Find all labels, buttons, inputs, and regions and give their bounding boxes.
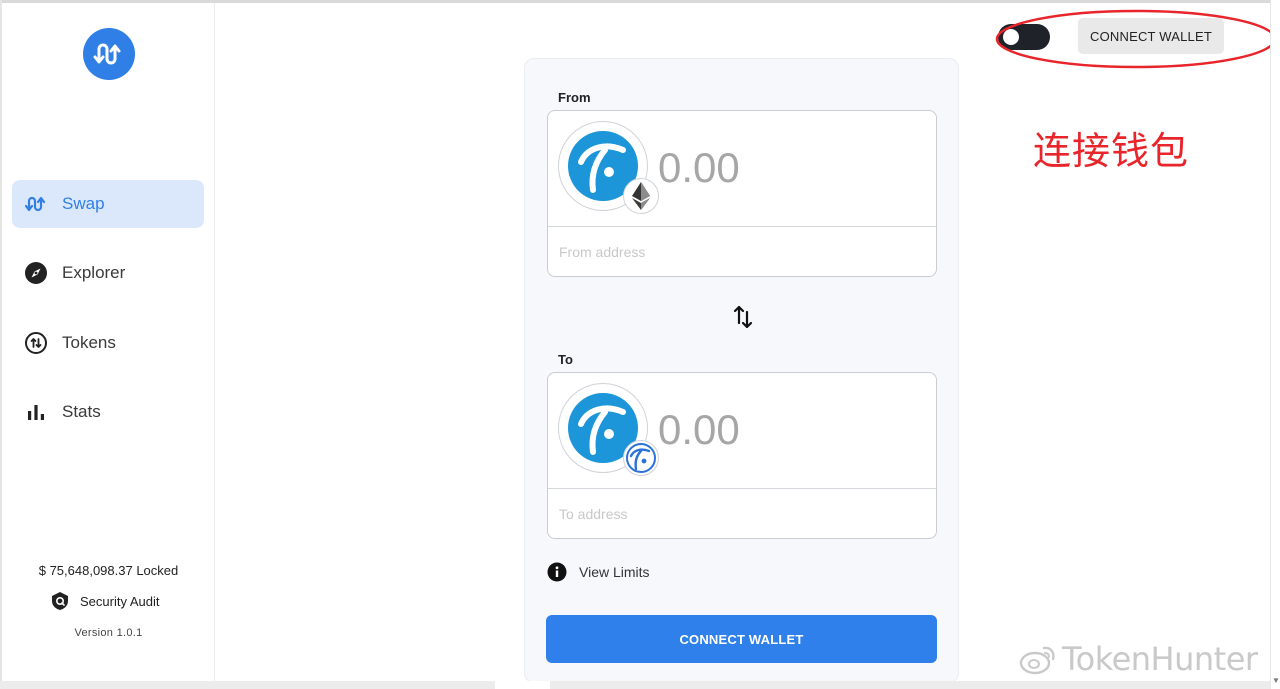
weibo-icon [1019,646,1055,675]
shield-icon [50,591,70,611]
horizontal-scrollbar-thumb[interactable] [495,681,550,689]
sidebar-item-label: Stats [62,402,101,421]
swap-logo-icon [93,43,121,65]
tokens-icon [24,331,48,355]
swap-icon [24,192,48,216]
swap-direction-button[interactable] [730,302,756,332]
from-token-box [547,110,937,277]
version-text: Version 1.0.1 [74,627,143,639]
scroll-down-arrow-icon[interactable]: ▼ [1272,676,1280,685]
sidebar-item-stats[interactable]: Stats [12,388,204,436]
to-amount-input[interactable] [658,405,918,455]
sidebar-item-label: Tokens [62,333,116,352]
toggle-knob [1003,29,1019,45]
sidebar-item-explorer[interactable]: Explorer [12,249,204,297]
to-token-selector[interactable] [558,383,659,476]
from-label: From [558,90,591,105]
security-audit-label: Security Audit [80,593,160,609]
fantom-chain-icon [623,440,659,476]
sidebar-item-swap[interactable]: Swap [12,180,204,228]
compass-icon [24,261,48,285]
horizontal-scrollbar[interactable] [0,681,1270,689]
sidebar-item-label: Swap [62,194,105,213]
vertical-scrollbar[interactable]: ▼ [1270,0,1280,689]
to-token-box [547,372,937,539]
from-token-selector[interactable] [558,121,659,214]
theme-toggle[interactable] [998,24,1050,50]
watermark-text: TokenHunter [1062,640,1258,678]
info-icon [547,562,567,582]
sidebar-item-label: Explorer [62,263,126,282]
swap-arrows-icon [733,305,753,329]
sidebar-item-tokens[interactable]: Tokens [12,319,204,367]
bar-chart-icon [24,400,48,424]
sidebar: Swap Explorer Tokens Stats $ 75,648,098.… [2,3,215,681]
app-logo[interactable] [83,28,135,80]
view-limits-link[interactable]: View Limits [547,562,650,582]
to-label: To [558,352,573,367]
annotation-text: 连接钱包 [1033,129,1190,173]
from-address-input[interactable] [559,239,919,265]
security-audit-link[interactable]: Security Audit [50,591,160,611]
to-address-input[interactable] [559,501,919,527]
locked-value-text: $ 75,648,098.37 Locked [38,563,179,578]
from-box-divider [548,226,936,227]
header-connect-wallet-button[interactable]: CONNECT WALLET [1078,18,1224,54]
view-limits-label: View Limits [579,564,650,580]
to-box-divider [548,488,936,489]
ethereum-icon [623,178,659,214]
swap-card: From 0.00 From address To 0.00 To addres… [524,58,959,683]
connect-wallet-button[interactable]: CONNECT WALLET [546,615,937,663]
watermark: TokenHunter [1018,640,1258,678]
from-amount-input[interactable] [658,143,918,193]
